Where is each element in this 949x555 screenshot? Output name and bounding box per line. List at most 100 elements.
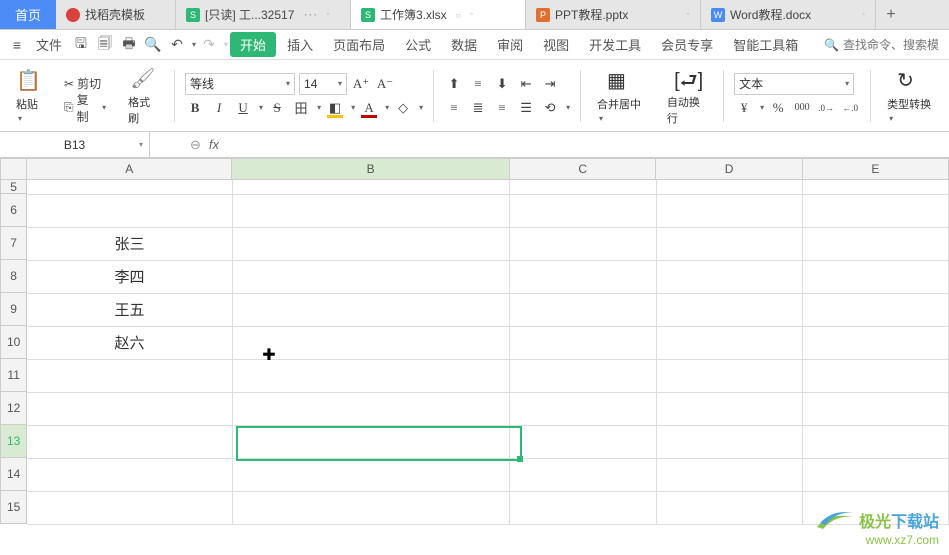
tab-pin-icon[interactable]: ◦ (686, 9, 690, 20)
save-icon[interactable]: 🖫 (70, 34, 92, 56)
tab-pin-icon[interactable]: ◦ (470, 9, 474, 20)
menu-member[interactable]: 会员专享 (652, 35, 722, 54)
decrease-font-icon[interactable]: A⁻ (375, 74, 395, 94)
menu-data[interactable]: 数据 (442, 35, 486, 54)
select-all-corner[interactable] (0, 158, 27, 180)
tab-menu-icon[interactable]: ▫ (452, 7, 465, 23)
format-painter-button[interactable]: 🖌 格式刷 (122, 64, 164, 128)
cell-a7[interactable]: 张三 (27, 227, 232, 260)
row-header-9[interactable]: 9 (0, 293, 27, 326)
tab-pin-icon[interactable]: ◦ (861, 9, 865, 20)
increase-decimal-button[interactable]: .0→ (816, 98, 836, 118)
redo-icon[interactable]: ↷ (198, 34, 220, 56)
fx-icon[interactable]: fx (209, 137, 219, 152)
print-preview-icon[interactable]: 🔍 (142, 34, 164, 56)
menu-insert[interactable]: 插入 (278, 35, 322, 54)
column-header-b[interactable]: B (232, 158, 510, 180)
menu-formula[interactable]: 公式 (396, 35, 440, 54)
row-header-14[interactable]: 14 (0, 458, 27, 491)
row-header-7[interactable]: 7 (0, 227, 27, 260)
menu-view[interactable]: 视图 (534, 35, 578, 54)
decrease-decimal-button[interactable]: ←.0 (840, 98, 860, 118)
start-tab[interactable]: 开始 (230, 32, 276, 57)
menu-review[interactable]: 审阅 (488, 35, 532, 54)
brush-icon: 🖌 (130, 66, 156, 92)
home-tab[interactable]: 首页 (0, 0, 56, 29)
type-convert-button[interactable]: ↻ 类型转换▾ (881, 66, 939, 126)
menu-dev-tools[interactable]: 开发工具 (580, 35, 650, 54)
percent-button[interactable]: % (768, 98, 788, 118)
file-menu[interactable]: 文件 (30, 35, 68, 54)
tab-ppt[interactable]: P PPT教程.pptx ◦ (526, 0, 701, 29)
paste-button[interactable]: 📋 粘贴▾ (10, 66, 48, 126)
align-middle-button[interactable]: ≡ (468, 74, 488, 94)
comma-button[interactable]: 000 (792, 98, 812, 118)
redo-dropdown[interactable]: ▾ (224, 40, 228, 49)
presentation-icon: P (536, 8, 550, 22)
row-header-8[interactable]: 8 (0, 260, 27, 293)
search-input[interactable] (843, 38, 943, 52)
tab-templates[interactable]: 找稻壳模板 (56, 0, 176, 29)
decrease-indent-button[interactable]: ⇤ (516, 74, 536, 94)
menu-smart-tools[interactable]: 智能工具箱 (724, 35, 807, 54)
increase-font-icon[interactable]: A⁺ (351, 74, 371, 94)
new-tab-button[interactable]: + (876, 0, 906, 29)
justify-button[interactable]: ☰ (516, 98, 536, 118)
italic-button[interactable]: I (209, 98, 229, 118)
number-format-select[interactable]: 文本▾ (734, 73, 854, 95)
currency-button[interactable]: ¥ (734, 98, 754, 118)
border-button[interactable]: 田 (291, 98, 311, 118)
column-header-e[interactable]: E (803, 158, 949, 180)
undo-dropdown[interactable]: ▾ (192, 40, 196, 49)
cell-a10[interactable]: 赵六 (27, 326, 232, 359)
tab-pin-icon[interactable]: ◦ (326, 9, 330, 20)
column-header-a[interactable]: A (27, 158, 232, 180)
font-color-button[interactable]: A (359, 98, 379, 118)
tab-readonly-sheet[interactable]: S [只读] 工...32517 ⋯ ◦ (176, 0, 351, 29)
align-bottom-button[interactable]: ⬇ (492, 74, 512, 94)
name-box[interactable]: B13 ▾ (0, 132, 150, 157)
command-search[interactable]: 🔍 (824, 38, 943, 52)
underline-button[interactable]: U (233, 98, 253, 118)
cell-a8[interactable]: 李四 (27, 260, 232, 293)
column-header-c[interactable]: C (510, 158, 656, 180)
row-header-15[interactable]: 15 (0, 491, 27, 524)
save-as-icon[interactable]: 🗐 (94, 34, 116, 56)
orientation-button[interactable]: ⟲ (540, 98, 560, 118)
zoom-out-icon[interactable]: ⊖ (190, 137, 201, 153)
bold-button[interactable]: B (185, 98, 205, 118)
row-header-6[interactable]: 6 (0, 194, 27, 227)
cell-grid[interactable]: 张三 李四 王五 赵六 (27, 180, 949, 525)
tab-word[interactable]: W Word教程.docx ◦ (701, 0, 876, 29)
row-header-10[interactable]: 10 (0, 326, 27, 359)
align-top-button[interactable]: ⬆ (444, 74, 464, 94)
tab-label: Word教程.docx (730, 6, 811, 23)
tab-workbook3[interactable]: S 工作簿3.xlsx ▫ ◦ (351, 0, 526, 29)
cell-a9[interactable]: 王五 (27, 293, 232, 326)
merge-center-button[interactable]: ▦ 合并居中▾ (591, 66, 649, 126)
print-icon[interactable]: 🖶 (118, 34, 140, 56)
increase-indent-button[interactable]: ⇥ (540, 74, 560, 94)
menu-page-layout[interactable]: 页面布局 (324, 35, 394, 54)
auto-wrap-button[interactable]: [⮐] 自动换行 (661, 64, 713, 128)
row-header-11[interactable]: 11 (0, 359, 27, 392)
copy-button[interactable]: ⎘复制▾ (60, 89, 110, 127)
search-icon: 🔍 (824, 38, 839, 52)
clear-format-button[interactable]: ◇ (393, 98, 413, 118)
align-center-button[interactable]: ≣ (468, 98, 488, 118)
copy-icon: ⎘ (64, 100, 74, 115)
row-header-12[interactable]: 12 (0, 392, 27, 425)
tab-menu-icon[interactable]: ⋯ (299, 6, 321, 23)
row-header-5[interactable]: 5 (0, 180, 27, 194)
fill-color-button[interactable]: ◧ (325, 98, 345, 118)
formula-input[interactable] (227, 137, 949, 152)
strikethrough-button[interactable]: S (267, 98, 287, 118)
hamburger-icon[interactable]: ≡ (6, 34, 28, 56)
font-name-select[interactable]: 等线▾ (185, 73, 295, 95)
column-header-d[interactable]: D (656, 158, 802, 180)
row-header-13[interactable]: 13 (0, 425, 27, 458)
align-left-button[interactable]: ≡ (444, 98, 464, 118)
align-right-button[interactable]: ≡ (492, 98, 512, 118)
font-size-select[interactable]: 14▾ (299, 73, 347, 95)
undo-icon[interactable]: ↶ (166, 34, 188, 56)
